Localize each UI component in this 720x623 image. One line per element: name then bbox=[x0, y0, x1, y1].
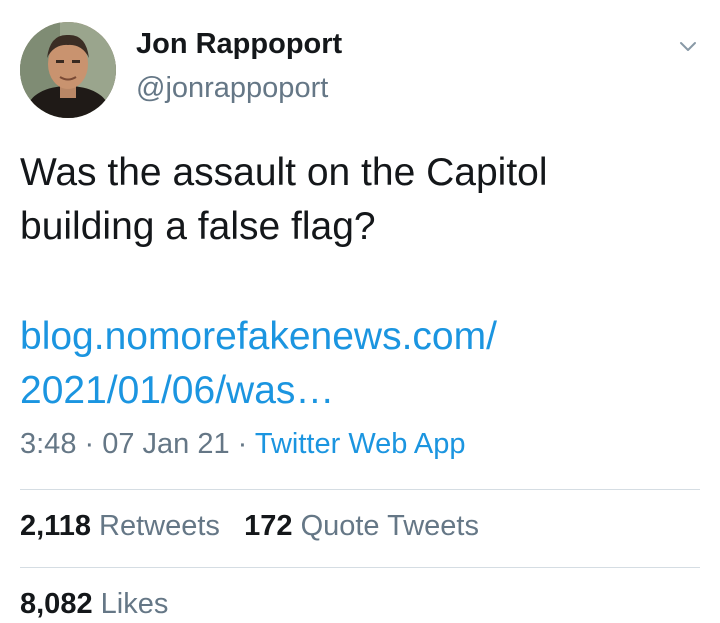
likes-count: 8,082 bbox=[20, 588, 93, 620]
author-name[interactable]: Jon Rappoport bbox=[136, 28, 342, 61]
quotes-count: 172 bbox=[244, 510, 293, 542]
divider bbox=[20, 489, 700, 490]
chevron-down-icon[interactable] bbox=[676, 34, 700, 58]
divider bbox=[20, 567, 700, 568]
avatar-image bbox=[20, 22, 116, 118]
retweets-label: Retweets bbox=[99, 510, 220, 542]
tweet-date[interactable]: 07 Jan 21 bbox=[102, 428, 229, 460]
quotes-label: Quote Tweets bbox=[300, 510, 479, 542]
tweet-text-line: Was the assault on the Capitol bbox=[20, 151, 548, 194]
tweet-time[interactable]: 3:48 bbox=[20, 428, 76, 460]
quotes-stat[interactable]: 172 Quote Tweets bbox=[244, 510, 479, 542]
retweets-stat[interactable]: 2,118 Retweets bbox=[20, 510, 220, 542]
tweet-source[interactable]: Twitter Web App bbox=[255, 428, 466, 460]
avatar[interactable] bbox=[20, 22, 116, 118]
likes-label: Likes bbox=[100, 588, 169, 620]
tweet-text-line: building a false flag? bbox=[20, 205, 376, 248]
tweet-link[interactable]: blog.nomorefakenews.com/ 2021/01/06/was… bbox=[20, 310, 497, 418]
retweet-stats: 2,118 Retweets 172 Quote Tweets bbox=[20, 510, 479, 543]
retweets-count: 2,118 bbox=[20, 510, 91, 542]
tweet-text: Was the assault on the Capitol building … bbox=[20, 146, 700, 254]
tweet-link-line: blog.nomorefakenews.com/ bbox=[20, 315, 497, 358]
tweet-meta: 3:48 · 07 Jan 21 · Twitter Web App bbox=[20, 428, 466, 461]
likes-stat[interactable]: 8,082 Likes bbox=[20, 588, 168, 620]
meta-separator: · bbox=[76, 428, 103, 460]
likes-stats: 8,082 Likes bbox=[20, 588, 168, 621]
tweet-link-line: 2021/01/06/was… bbox=[20, 369, 335, 412]
author-handle[interactable]: @jonrappoport bbox=[136, 72, 328, 105]
meta-separator: · bbox=[229, 428, 255, 460]
